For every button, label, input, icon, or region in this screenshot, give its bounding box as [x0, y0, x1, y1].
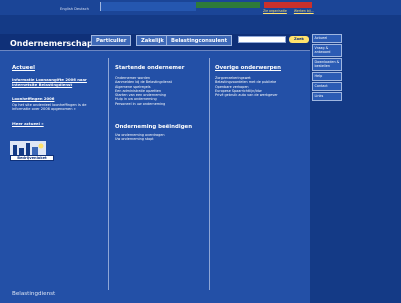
middle-heading-ending: Onderneming beëindigen — [115, 124, 193, 130]
page-title: Ondernemerschap — [10, 39, 93, 48]
top-banner — [100, 2, 196, 11]
sidebar-item-links[interactable]: Links — [312, 92, 342, 101]
bedrijvenloket-label[interactable]: Bedrijvenloket — [10, 155, 54, 161]
tab-belastingconsulent[interactable]: Belastingconsulent — [166, 35, 233, 46]
search-button[interactable]: Zoek — [289, 36, 309, 43]
top-links: Zie organisatie Werken bij... — [263, 9, 320, 13]
right-heading: Overige onderwerpen — [215, 65, 282, 71]
tab-zakelijk[interactable]: Zakelijk — [136, 35, 169, 46]
more-news-link[interactable]: Meer actueel » — [12, 121, 104, 127]
language-links[interactable]: English Deutsch — [60, 7, 89, 11]
sidebar: Actueel Vraag & antwoord Downloaden & be… — [312, 34, 342, 102]
footer-label: Belastingdienst — [12, 291, 56, 297]
list-item[interactable]: Privé gebruik auto van de werkgever — [215, 93, 278, 97]
sidebar-item-contact[interactable]: Contact — [312, 82, 342, 91]
starting-links: Ondernemer worden Aanmelden bij de Belas… — [115, 76, 172, 106]
middle-heading-starting: Startende ondernemer — [115, 65, 185, 71]
news-link-loonaangifte[interactable]: Informatie Loonaangifte 2006 naar intern… — [12, 77, 104, 87]
search-input[interactable] — [238, 36, 286, 43]
sidebar-item-downloaden[interactable]: Downloaden & bestellen — [312, 58, 342, 71]
top-link-jobs[interactable]: Werken bij... — [294, 9, 314, 13]
top-banner-green — [196, 2, 260, 8]
news-text: Op het site onderdeel loonheffingen is d… — [12, 103, 87, 112]
list-item[interactable]: Uw onderneming stopt — [115, 137, 165, 141]
left-heading: Actueel — [12, 65, 35, 71]
list-item[interactable]: Aanmelden bij de Belastingdienst — [115, 80, 172, 84]
sidebar-item-actueel[interactable]: Actueel — [312, 34, 342, 43]
column-divider — [108, 58, 109, 290]
list-item[interactable]: Personeel in uw onderneming — [115, 102, 172, 106]
sidebar-item-vraag-antwoord[interactable]: Vraag & antwoord — [312, 44, 342, 57]
other-topics-links: Zorgverzekeringswet Belastingvoordelen m… — [215, 76, 278, 97]
news-link-loonheffingen[interactable]: Loonheffingen 2006 — [12, 96, 104, 102]
column-divider — [209, 58, 210, 290]
top-link-organisation[interactable]: Zie organisatie — [263, 9, 287, 13]
list-item[interactable]: Belastingvoordelen met de publieke — [215, 80, 278, 84]
ending-links: Uw onderneming overdragen Uw onderneming… — [115, 133, 165, 142]
tab-particulier[interactable]: Particulier — [91, 35, 132, 46]
top-banner-red — [264, 2, 312, 8]
sidebar-item-help[interactable]: Help — [312, 72, 342, 81]
